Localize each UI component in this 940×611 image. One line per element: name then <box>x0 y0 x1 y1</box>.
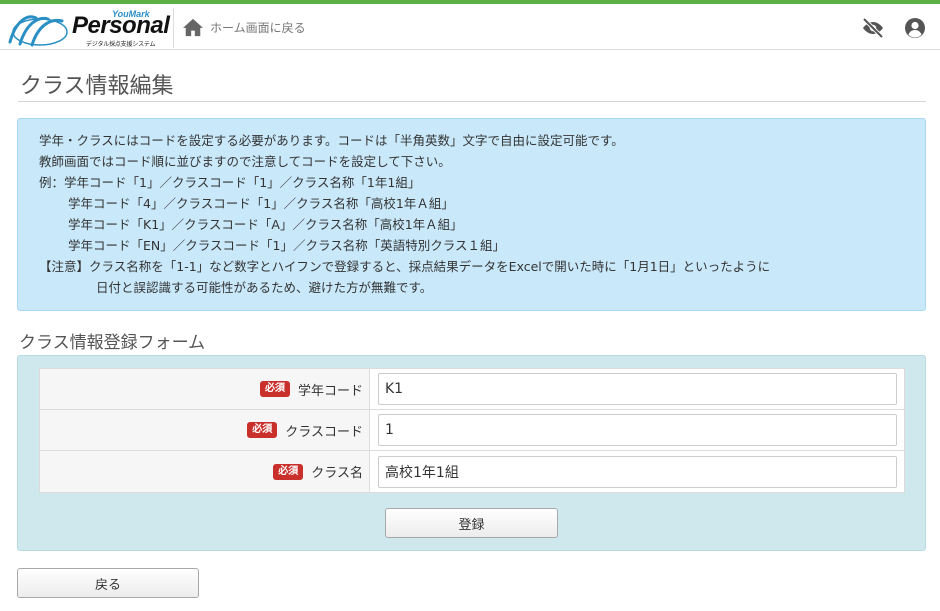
class-code-input[interactable] <box>378 414 897 446</box>
notice-line: 学年コード「K1」／クラスコード「A」／クラス名称「高校1年Ａ組」 <box>68 217 463 232</box>
class-form-panel: 必須 学年コード 必須 クラスコード 必須 クラス名 <box>17 355 926 551</box>
grade-code-label: 学年コード <box>297 383 363 399</box>
notice-line: 【注意】クラス名称を「1-1」など数字とハイフンで登録すると、採点結果データをE… <box>39 259 771 274</box>
field-input-cell <box>370 410 904 450</box>
notice-line: 教師画面ではコード順に並びますので注意してコードを設定して下さい。 <box>39 154 451 169</box>
required-badge: 必須 <box>247 422 278 438</box>
class-code-label: クラスコード <box>285 424 363 440</box>
grade-code-input[interactable] <box>378 373 897 405</box>
form-row-class-code: 必須 クラスコード <box>40 410 904 451</box>
notice-line: 学年・クラスにはコードを設定する必要があります。コードは「半角英数」文字で自由に… <box>39 133 624 148</box>
home-link[interactable]: ホーム画面に戻る <box>182 15 306 39</box>
logo-title: Personal <box>72 12 170 39</box>
field-input-cell <box>370 369 904 409</box>
form-row-class-name: 必須 クラス名 <box>40 451 904 492</box>
app-header: YouMark Personal デジタル採点支援システム ホーム画面に戻る <box>0 4 940 50</box>
notice-line: 日付と誤認識する可能性があるため、避けた方が無難です。 <box>96 280 433 295</box>
home-icon <box>183 18 203 37</box>
register-button[interactable]: 登録 <box>385 508 558 538</box>
info-notice: 学年・クラスにはコードを設定する必要があります。コードは「半角英数」文字で自由に… <box>17 118 926 311</box>
class-name-input[interactable] <box>378 455 897 488</box>
form-row-grade-code: 必須 学年コード <box>40 369 904 410</box>
logo-tagline: デジタル採点支援システム <box>86 41 156 48</box>
header-divider <box>173 8 174 48</box>
field-input-cell <box>370 451 904 492</box>
user-icon[interactable] <box>903 16 927 40</box>
field-label-cell: 必須 学年コード <box>40 369 370 409</box>
field-label-cell: 必須 クラス名 <box>40 451 370 492</box>
eye-slash-icon[interactable] <box>861 16 885 40</box>
notice-line: 学年コード「EN」／クラスコード「1」／クラス名称「英語特別クラス１組」 <box>68 238 505 253</box>
notice-line: 例：学年コード「1」／クラスコード「1」／クラス名称「1年1組」 <box>39 175 421 190</box>
field-label-cell: 必須 クラスコード <box>40 410 370 450</box>
page-title: クラス情報編集 <box>20 74 174 99</box>
title-divider <box>18 101 926 102</box>
home-link-label: ホーム画面に戻る <box>210 20 306 35</box>
notice-line: 学年コード「4」／クラスコード「1」／クラス名称「高校1年Ａ組」 <box>68 196 454 211</box>
form-title: クラス情報登録フォーム <box>19 333 206 353</box>
app-logo[interactable]: YouMark Personal デジタル採点支援システム <box>6 8 172 48</box>
required-badge: 必須 <box>259 381 290 397</box>
class-form-table: 必須 学年コード 必須 クラスコード 必須 クラス名 <box>39 368 905 493</box>
required-badge: 必須 <box>273 463 304 480</box>
class-name-label: クラス名 <box>311 466 363 481</box>
logo-mark-icon <box>8 15 68 47</box>
back-button[interactable]: 戻る <box>17 568 199 598</box>
